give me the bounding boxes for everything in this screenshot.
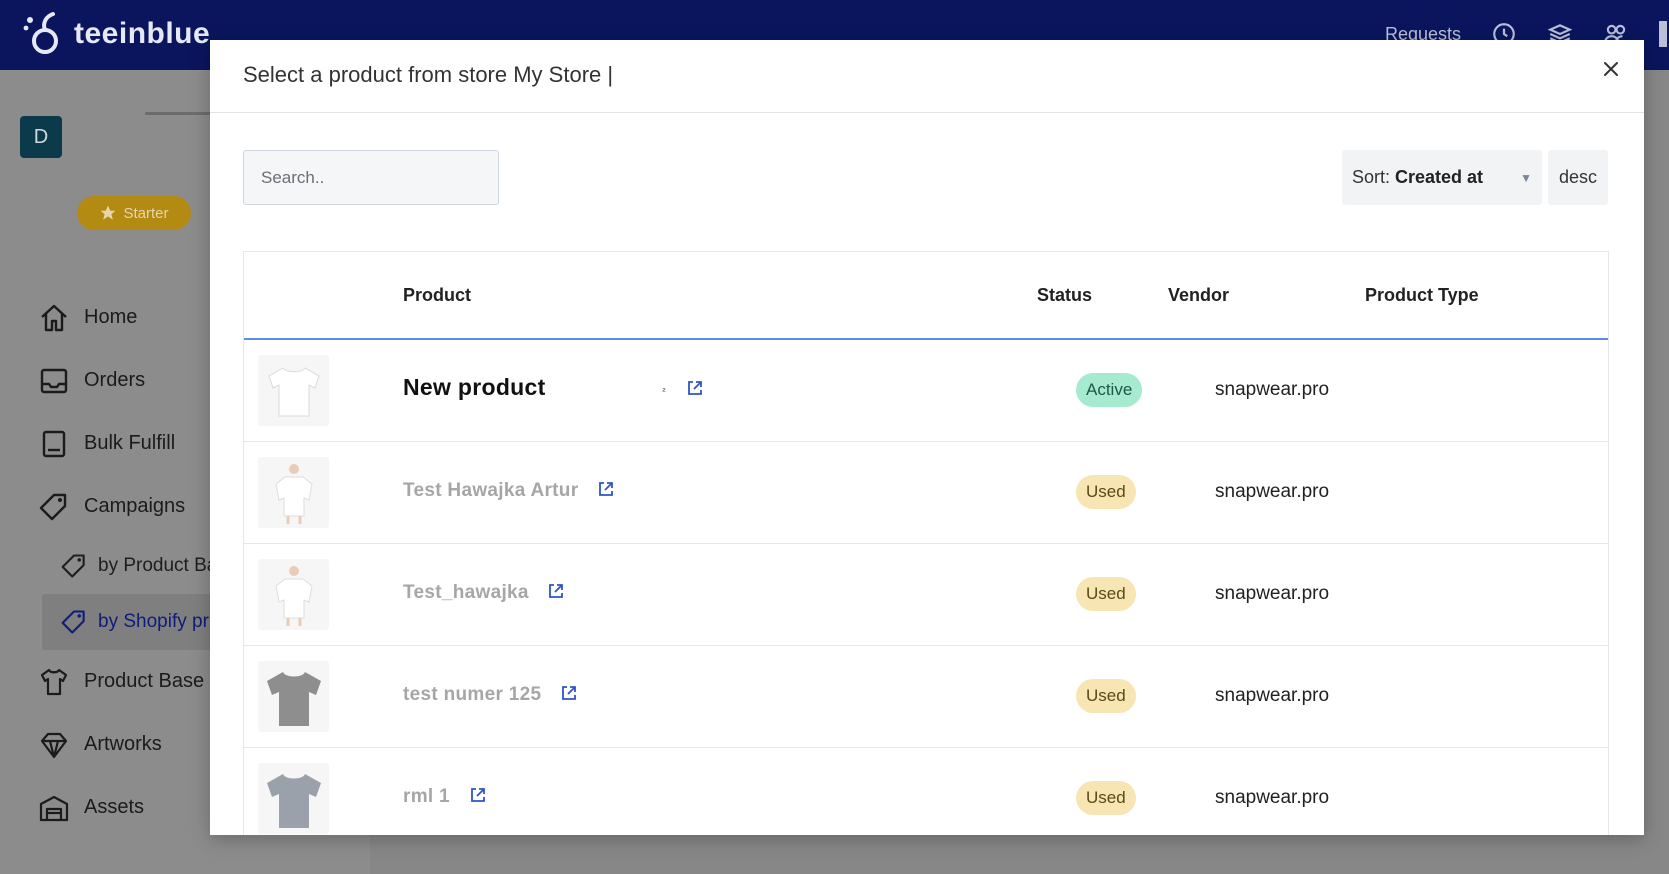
external-link-icon[interactable] <box>469 786 487 804</box>
product-name[interactable]: New product ² <box>403 374 704 401</box>
sidebar-subitem-label: by Product Ba <box>98 555 218 576</box>
product-name[interactable]: Test_hawajka <box>403 582 565 604</box>
column-header-vendor: Vendor <box>1168 285 1230 305</box>
sort-order-button[interactable]: desc <box>1548 150 1608 205</box>
external-link-icon[interactable] <box>547 582 565 600</box>
product-name-mark: ² <box>662 387 666 398</box>
product-thumbnail <box>258 355 329 426</box>
close-button[interactable] <box>1596 54 1626 84</box>
table-row[interactable]: test numer 125 Used snapwear.pro <box>244 646 1608 748</box>
product-thumbnail <box>258 559 329 630</box>
sort-dropdown[interactable]: Sort: Created at ▼ <box>1342 150 1542 205</box>
store-avatar[interactable]: D <box>20 116 62 158</box>
product-thumbnail <box>258 763 329 834</box>
brand-logo[interactable]: teeinblue <box>18 10 210 58</box>
sidebar-item-label: Home <box>84 306 138 328</box>
vendor-cell: snapwear.pro <box>1215 379 1330 400</box>
sidebar-item-label: Product Base <box>84 670 205 692</box>
sidebar-item-label: Campaigns <box>84 495 186 517</box>
white-tshirt-image <box>267 366 320 416</box>
product-name[interactable]: rml 1 <box>403 786 487 808</box>
table-row[interactable]: Test Hawajka Artur Used snapwear.pro <box>244 442 1608 544</box>
table-row[interactable]: Test_hawajka Used snapwear.pro <box>244 544 1608 646</box>
external-link-icon[interactable] <box>560 684 578 702</box>
white-shirt-model-image <box>274 463 313 524</box>
gray-blue-tshirt-image <box>266 773 321 828</box>
vendor-cell: snapwear.pro <box>1215 787 1330 808</box>
column-header-product: Product <box>403 285 472 305</box>
status-badge: Used <box>1076 577 1136 611</box>
menu-edge-icon[interactable] <box>1659 21 1667 47</box>
close-icon <box>1604 62 1618 76</box>
status-badge: Active <box>1076 373 1143 407</box>
plan-badge[interactable]: Starter <box>77 196 191 230</box>
product-name-text: Test_hawajka <box>403 582 529 603</box>
sidebar-item-label: Artworks <box>84 733 162 755</box>
column-header-status: Status <box>1037 285 1093 305</box>
modal-header: Select a product from store My Store | <box>210 40 1644 113</box>
external-link-icon[interactable] <box>686 379 704 397</box>
search-input[interactable] <box>243 150 499 205</box>
product-thumbnail <box>258 661 329 732</box>
column-header-product-type: Product Type <box>1365 285 1479 305</box>
teeinblue-logo-icon <box>23 12 58 54</box>
table-row[interactable]: rml 1 Used snapwear.pro <box>244 748 1608 835</box>
product-name-text: test numer 125 <box>403 684 542 705</box>
vendor-cell: snapwear.pro <box>1215 685 1330 706</box>
external-link-icon[interactable] <box>597 480 615 498</box>
star-icon <box>100 205 116 220</box>
vendor-cell: snapwear.pro <box>1215 481 1330 502</box>
sidebar-item-label: Orders <box>84 369 146 391</box>
product-name[interactable]: Test Hawajka Artur <box>403 480 615 502</box>
products-table: Product Status Vendor Product Type New p… <box>243 251 1609 835</box>
product-name-text: rml 1 <box>403 786 450 807</box>
diamond-icon <box>40 732 68 758</box>
warehouse-icon <box>39 795 69 821</box>
product-thumbnail <box>258 457 329 528</box>
brand-name: teeinblue <box>74 17 211 50</box>
plan-badge-label: Starter <box>123 204 169 222</box>
white-shirt-model-image <box>274 565 313 626</box>
sidebar-item-label: Assets <box>84 796 145 818</box>
tag-icon <box>61 554 85 578</box>
status-badge: Used <box>1076 781 1136 815</box>
modal-title: Select a product from store My Store | <box>243 62 614 87</box>
product-name-text: Test Hawajka Artur <box>403 480 579 501</box>
table-header: Product Status Vendor Product Type <box>244 252 1608 340</box>
gray-tshirt-image <box>266 671 321 726</box>
status-badge: Used <box>1076 679 1136 713</box>
sidebar-subitem-label: by Shopify pr <box>98 611 209 632</box>
product-name-text: New product <box>403 374 546 400</box>
sort-value: Created at <box>1395 167 1484 187</box>
sidebar-item-label: Bulk Fulfill <box>84 432 176 454</box>
caret-down-icon: ▼ <box>1520 170 1532 185</box>
sort-label: Sort: <box>1352 167 1391 187</box>
tag-icon <box>61 610 85 634</box>
book-icon <box>42 430 66 457</box>
tag-icon <box>39 493 67 520</box>
select-product-modal: Select a product from store My Store | S… <box>210 40 1644 835</box>
product-name[interactable]: test numer 125 <box>403 684 578 706</box>
inbox-icon <box>40 368 68 393</box>
shirt-icon <box>40 668 68 695</box>
status-badge: Used <box>1076 475 1136 509</box>
table-row[interactable]: New product ² Active snapwear.pro <box>244 340 1608 442</box>
home-icon <box>41 304 67 331</box>
vendor-cell: snapwear.pro <box>1215 583 1330 604</box>
